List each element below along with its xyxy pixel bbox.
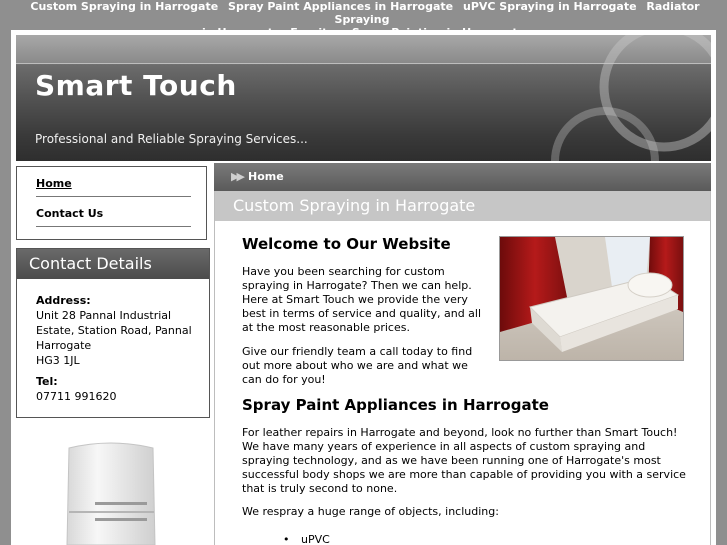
- services-list: uPVC: [283, 533, 330, 545]
- sidebar-item-contact-us[interactable]: Contact Us: [36, 207, 191, 227]
- contact-details-box: Contact Details Address: Unit 28 Pannal …: [16, 248, 210, 418]
- breadcrumb-home-link[interactable]: Home: [248, 163, 284, 191]
- address-label: Address:: [36, 294, 91, 307]
- tel-value: 07711 991620: [36, 390, 117, 403]
- page-container: Smart Touch Professional and Reliable Sp…: [11, 30, 716, 545]
- site-title[interactable]: Smart Touch: [35, 69, 237, 102]
- page-title: Custom Spraying in Harrogate: [215, 191, 710, 221]
- welcome-heading: Welcome to Our Website: [242, 235, 451, 253]
- site-tagline: Professional and Reliable Spraying Servi…: [35, 132, 308, 146]
- breadcrumb-arrows-icon: ▶▶: [231, 170, 245, 183]
- top-nav-link-custom-spraying[interactable]: Custom Spraying in Harrogate: [30, 0, 218, 13]
- top-nav-link-upvc-spraying[interactable]: uPVC Spraying in Harrogate: [463, 0, 637, 13]
- breadcrumb: ▶▶ Home: [214, 163, 711, 191]
- contact-details-body: Address: Unit 28 Pannal Industrial Estat…: [17, 279, 209, 404]
- tel-label: Tel:: [36, 375, 58, 388]
- top-nav: Custom Spraying in Harrogate Spray Paint…: [0, 0, 727, 39]
- sidebar-nav: Home Contact Us: [16, 166, 207, 240]
- address-line: HG3 1JL: [36, 354, 80, 367]
- intro-paragraph-2: Give our friendly team a call today to f…: [242, 345, 473, 386]
- spray-paragraph-2: We respray a huge range of objects, incl…: [242, 505, 499, 518]
- spray-appliances-heading: Spray Paint Appliances in Harrogate: [242, 396, 549, 414]
- top-nav-row-1: Custom Spraying in Harrogate Spray Paint…: [0, 0, 727, 26]
- address-line: Harrogate: [36, 339, 92, 352]
- main-content: Custom Spraying in Harrogate Welcome to …: [214, 191, 711, 545]
- list-item: uPVC: [283, 533, 330, 545]
- sofa-room-image: [499, 236, 684, 361]
- intro-paragraph-1: Have you been searching for custom spray…: [242, 265, 482, 334]
- contact-details-heading: Contact Details: [17, 249, 209, 279]
- address-line: Unit 28 Pannal Industrial: [36, 309, 172, 322]
- spray-paragraph-1: For leather repairs in Harrogate and bey…: [242, 426, 686, 495]
- sidebar-item-home[interactable]: Home: [36, 177, 191, 197]
- site-header: Smart Touch Professional and Reliable Sp…: [16, 35, 711, 161]
- fridge-image: [66, 442, 156, 545]
- address-line: Estate, Station Road, Pannal: [36, 324, 192, 337]
- top-nav-link-spray-paint-appliances[interactable]: Spray Paint Appliances in Harrogate: [228, 0, 453, 13]
